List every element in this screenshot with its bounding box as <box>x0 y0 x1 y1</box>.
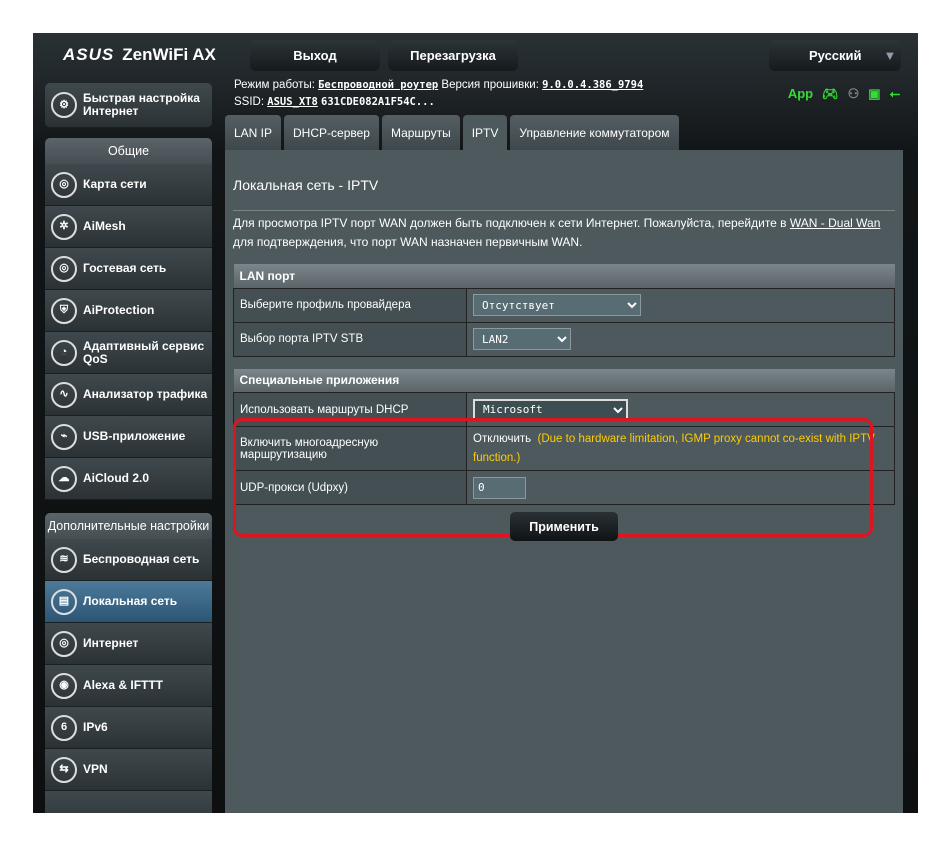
chevron-down-icon: ▼ <box>883 48 897 63</box>
multicast-value: Отключить <box>473 432 532 445</box>
reboot-button[interactable]: Перезагрузка <box>388 40 518 71</box>
special-apps-header: Специальные приложения <box>233 368 895 393</box>
vpn-icon: ⇆ <box>51 756 77 783</box>
wifi-icon: ≋ <box>51 546 77 573</box>
sidebar-item-vpn[interactable]: ⇆ VPN <box>45 749 212 791</box>
lan-port-header: LAN порт <box>233 264 895 288</box>
status-icons: App 🎮︎ ⚇ ▣ ⭠ <box>788 86 900 102</box>
cloud-icon: ☁ <box>51 465 77 492</box>
sidebar-item-traffic[interactable]: ∿ Анализатор трафика <box>45 374 212 416</box>
sidebar: ⚙ Быстрая настройка Интернет Общие ◎ Карта… <box>45 83 212 813</box>
users-icon[interactable]: ⚇ <box>848 86 860 102</box>
lan-port-table: LAN порт Выберите профиль провайдера Отсу… <box>233 264 895 357</box>
sidebar-item-aicloud[interactable]: ☁ AiCloud 2.0 <box>45 458 212 500</box>
app-link[interactable]: App <box>788 86 813 102</box>
provider-profile-select[interactable]: Отсутствует <box>473 294 641 316</box>
pulse-icon: ∿ <box>51 381 77 408</box>
stb-port-label: Выбор порта IPTV STB <box>233 321 467 357</box>
globe-icon: ◎ <box>51 255 77 282</box>
usb-icon[interactable]: ⭠ <box>890 86 900 102</box>
gamepad-icon[interactable]: 🎮︎ <box>822 86 839 102</box>
ipv6-icon: 6 <box>51 714 77 741</box>
content-panel: Локальная сеть - IPTV Для просмотра IPTV… <box>225 150 903 813</box>
gauge-icon: ◔ <box>51 339 77 366</box>
logout-button[interactable]: Выход <box>250 40 380 71</box>
dhcp-routes-label: Использовать маршруты DHCP <box>233 392 467 427</box>
tabs: LAN IP DHCP-сервер Маршруты IPTV Управле… <box>225 115 679 150</box>
shield-icon: ⛨ <box>51 297 77 324</box>
sidebar-item-ipv6[interactable]: 6 IPv6 <box>45 707 212 749</box>
wan-dual-wan-link[interactable]: WAN - Dual Wan <box>790 216 880 230</box>
tab-routes[interactable]: Маршруты <box>381 115 460 150</box>
wand-icon: ⚙ <box>51 92 77 118</box>
dhcp-routes-select[interactable]: Microsoft <box>473 398 628 421</box>
page-description: Для просмотра IPTV порт WAN должен быть … <box>233 216 881 249</box>
sidebar-item-usb[interactable]: ⌁ USB-приложение <box>45 416 212 458</box>
tab-dhcp[interactable]: DHCP-сервер <box>284 115 379 150</box>
language-select[interactable]: Русский ▼ <box>769 40 901 71</box>
sidebar-item-network-map[interactable]: ◎ Карта сети <box>45 164 212 206</box>
tab-iptv[interactable]: IPTV <box>462 115 508 150</box>
ssid-link[interactable]: ASUS_XT8 <box>267 96 318 108</box>
special-apps-table: Специальные приложения Использовать марш… <box>233 368 895 505</box>
firmware-link[interactable]: 9.0.0.4.386_9794 <box>542 79 643 91</box>
status-info: Режим работы: Беспроводной роутер Версия… <box>234 79 644 108</box>
udpxy-label: UDP-прокси (Udpxy) <box>233 470 467 505</box>
sidebar-item-guest[interactable]: ◎ Гостевая сеть <box>45 248 212 290</box>
apply-button[interactable]: Применить <box>510 512 618 541</box>
stb-port-select[interactable]: LAN2 <box>473 328 571 350</box>
quick-setup-button[interactable]: ⚙ Быстрая настройка Интернет <box>45 83 212 128</box>
mesh-icon: ✲ <box>51 213 77 240</box>
sidebar-item-internet[interactable]: ◎ Интернет <box>45 623 212 665</box>
router-window: ASUS ZenWiFi AX Выход Перезагрузка Русски… <box>33 33 918 813</box>
profile-label: Выберите профиль провайдера <box>233 287 467 323</box>
sidebar-item-alexa[interactable]: ◉ Alexa & IFTTT <box>45 665 212 707</box>
page-title: Локальная сеть - IPTV <box>233 177 895 211</box>
globe-icon: ◎ <box>51 171 77 198</box>
lan-icon: ▤ <box>51 588 77 615</box>
sidebar-item-wireless[interactable]: ≋ Беспроводная сеть <box>45 539 212 581</box>
sidebar-item-lan[interactable]: ▤ Локальная сеть <box>45 581 212 623</box>
alexa-icon: ◉ <box>51 672 77 699</box>
multicast-note: (Due to hardware limitation, IGMP proxy … <box>473 432 875 464</box>
usb-stick-icon: ⌁ <box>51 423 77 450</box>
general-header: Общие <box>45 138 212 164</box>
sidebar-item-more[interactable] <box>45 791 212 813</box>
sidebar-item-aimesh[interactable]: ✲ AiMesh <box>45 206 212 248</box>
sidebar-item-qos[interactable]: ◔ Адаптивный сервис QoS <box>45 332 212 374</box>
advanced-header: Дополнительные настройки <box>45 513 212 539</box>
multicast-label: Включить многоадресную маршрутизацию <box>233 426 467 471</box>
tab-lan-ip[interactable]: LAN IP <box>225 115 282 150</box>
sidebar-item-aiprotection[interactable]: ⛨ AiProtection <box>45 290 212 332</box>
globe-icon: ◎ <box>51 630 77 657</box>
tab-switch-control[interactable]: Управление коммутатором <box>510 115 679 150</box>
devices-icon[interactable]: ▣ <box>868 86 880 102</box>
logo: ASUS ZenWiFi AX <box>63 45 216 64</box>
mode-link[interactable]: Беспроводной роутер <box>318 79 438 91</box>
udpxy-input[interactable] <box>473 476 526 499</box>
